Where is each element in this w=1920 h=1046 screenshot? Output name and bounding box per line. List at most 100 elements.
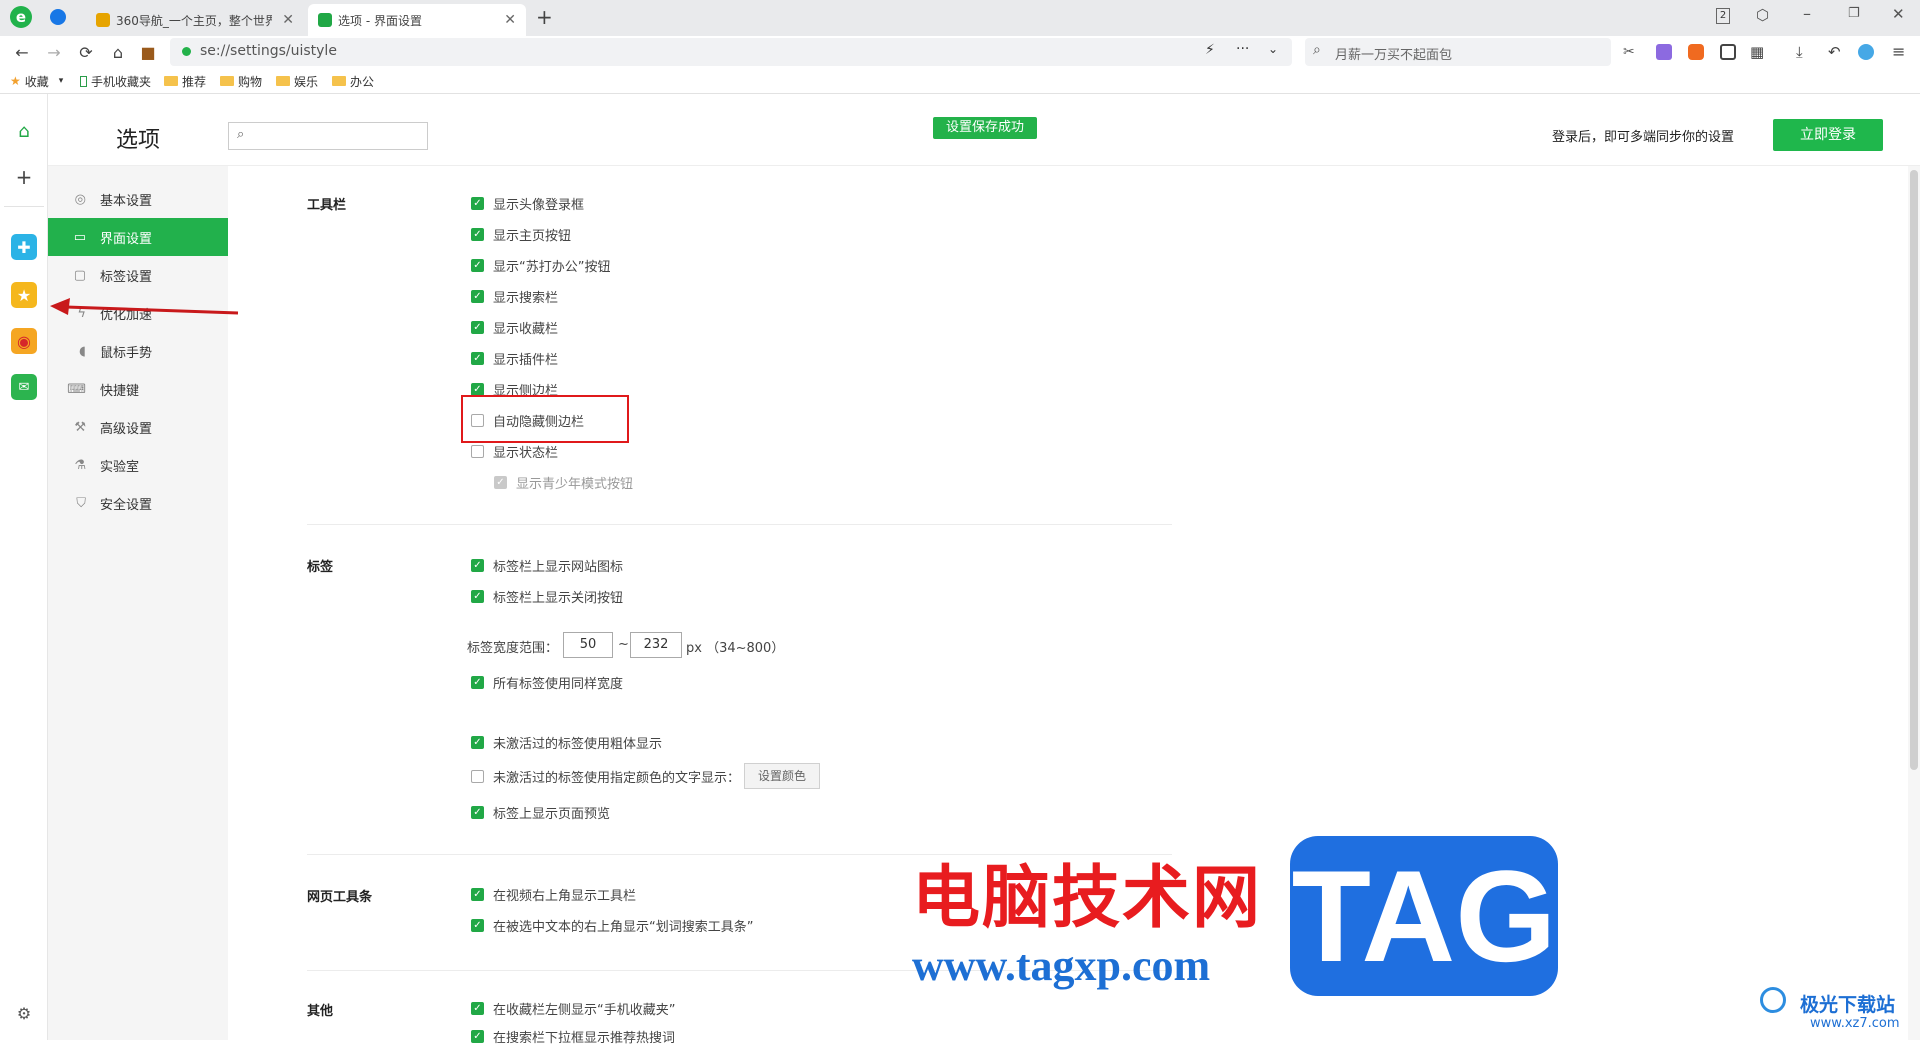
tab-width-max-input[interactable]: 232 bbox=[630, 632, 682, 658]
settings-tab-icon bbox=[318, 13, 332, 27]
bookmark-folder-office[interactable]: 办公 bbox=[332, 72, 374, 90]
search-box[interactable]: ⌕ 月薪一万买不起面包 bbox=[1305, 38, 1611, 66]
checkbox[interactable]: ✓ bbox=[471, 918, 484, 932]
nav-item-advanced[interactable]: ⚒ 高级设置 bbox=[48, 408, 228, 446]
lightning-icon[interactable]: ⚡ bbox=[1205, 42, 1215, 58]
set-color-button[interactable]: 设置颜色 bbox=[744, 763, 820, 789]
favorites-star-icon[interactable]: ★ bbox=[11, 282, 37, 308]
scrollbar[interactable] bbox=[1908, 166, 1920, 1040]
nav-item-tabs[interactable]: ▢ 标签设置 bbox=[48, 256, 228, 294]
home-icon[interactable]: ⌂ bbox=[11, 118, 37, 144]
option-hot-search[interactable]: ✓ 在搜索栏下拉框显示推荐热搜词 bbox=[471, 1026, 675, 1046]
checkbox[interactable]: ✓ bbox=[471, 675, 484, 689]
weibo-icon[interactable]: ◉ bbox=[11, 328, 37, 354]
option-show-avatar[interactable]: ✓ 显示头像登录框 bbox=[471, 193, 584, 213]
checkbox[interactable]: ✓ bbox=[471, 382, 484, 396]
forward-button[interactable]: → bbox=[40, 36, 68, 68]
chevron-down-icon[interactable]: ▾ bbox=[59, 76, 64, 86]
settings-search-input[interactable]: ⌕ bbox=[228, 122, 428, 150]
browser-logo-icon[interactable]: e bbox=[10, 6, 32, 28]
checkbox[interactable]: ✓ bbox=[471, 805, 484, 819]
checkbox[interactable]: ✓ bbox=[471, 258, 484, 272]
option-selection-toolbar[interactable]: ✓ 在被选中文本的右上角显示“划词搜索工具条” bbox=[471, 915, 753, 935]
back-button[interactable]: ← bbox=[8, 36, 36, 68]
option-mobile-favorites[interactable]: ✓ 在收藏栏左侧显示“手机收藏夹” bbox=[471, 998, 675, 1018]
bookmark-favorites[interactable]: ★ 收藏 ▾ bbox=[10, 72, 63, 90]
bookmark-folder-shopping[interactable]: 购物 bbox=[220, 72, 262, 90]
minimize-button[interactable]: – bbox=[1803, 4, 1811, 23]
checkbox[interactable]: ✓ bbox=[471, 289, 484, 303]
option-same-width[interactable]: ✓ 所有标签使用同样宽度 bbox=[471, 672, 623, 692]
folder-icon bbox=[332, 76, 346, 86]
checkbox[interactable]: ✓ bbox=[471, 735, 484, 749]
checkbox[interactable]: ✓ bbox=[471, 227, 484, 241]
checkbox[interactable] bbox=[471, 769, 484, 783]
option-tab-preview[interactable]: ✓ 标签上显示页面预览 bbox=[471, 802, 610, 822]
nav-item-security[interactable]: ⛉ 安全设置 bbox=[48, 484, 228, 522]
option-video-toolbar[interactable]: ✓ 在视频右上角显示工具栏 bbox=[471, 884, 636, 904]
scissors-icon[interactable]: ✂ bbox=[1623, 44, 1635, 60]
option-tab-favicon[interactable]: ✓ 标签栏上显示网站图标 bbox=[471, 555, 623, 575]
bookmark-folder-entertainment[interactable]: 娱乐 bbox=[276, 72, 318, 90]
tab-settings[interactable]: 选项 - 界面设置 ✕ bbox=[308, 4, 526, 36]
checkbox[interactable]: ✓ bbox=[471, 1029, 484, 1043]
mail-icon[interactable]: ✉ bbox=[11, 374, 37, 400]
more-icon[interactable]: ··· bbox=[1236, 41, 1249, 57]
checkbox[interactable]: ✓ bbox=[471, 589, 484, 603]
new-tab-button[interactable]: + bbox=[536, 5, 553, 29]
undo-icon[interactable]: ↶ bbox=[1828, 43, 1841, 61]
menu-icon[interactable]: ≡ bbox=[1892, 42, 1905, 61]
login-button[interactable]: 立即登录 bbox=[1773, 119, 1883, 151]
bookmark-folder-recommend[interactable]: 推荐 bbox=[164, 72, 206, 90]
nav-item-basic[interactable]: ◎ 基本设置 bbox=[48, 180, 228, 218]
page-title: 选项 bbox=[116, 128, 161, 153]
close-icon[interactable]: ✕ bbox=[504, 12, 516, 28]
tab-counter[interactable]: 2 bbox=[1716, 8, 1730, 24]
nav-item-ui[interactable]: ▭ 界面设置 bbox=[48, 218, 228, 256]
checkbox[interactable] bbox=[471, 444, 484, 458]
option-show-soda[interactable]: ✓ 显示“苏打办公”按钮 bbox=[471, 255, 610, 275]
tab-width-unit: px （34~800） bbox=[686, 641, 785, 656]
translate-icon[interactable]: ✚ bbox=[11, 234, 37, 260]
option-tab-close-button[interactable]: ✓ 标签栏上显示关闭按钮 bbox=[471, 586, 623, 606]
close-window-button[interactable]: ✕ bbox=[1892, 5, 1905, 23]
download-icon[interactable]: ⤓ bbox=[1796, 43, 1803, 61]
address-bar[interactable]: se://settings/uistyle ⚡ ··· ⌄ bbox=[170, 38, 1292, 66]
gear-icon[interactable]: ⚙ bbox=[11, 1000, 37, 1026]
checkbox[interactable]: ✓ bbox=[471, 320, 484, 334]
telegram-icon[interactable] bbox=[50, 9, 66, 25]
game-icon[interactable] bbox=[1688, 44, 1704, 60]
nav-item-lab[interactable]: ⚗ 实验室 bbox=[48, 446, 228, 484]
option-label: 显示插件栏 bbox=[493, 352, 559, 368]
screenshot-icon[interactable] bbox=[1720, 44, 1736, 60]
option-show-plugins[interactable]: ✓ 显示插件栏 bbox=[471, 348, 558, 368]
extension-icon[interactable] bbox=[1656, 44, 1672, 60]
nav-item-mouse[interactable]: ◖ 鼠标手势 bbox=[48, 332, 228, 370]
close-icon[interactable]: ✕ bbox=[282, 12, 294, 28]
tab-360nav[interactable]: 360导航_一个主页，整个世界 ✕ bbox=[86, 4, 304, 36]
home-button[interactable]: ⌂ bbox=[104, 36, 132, 68]
option-show-favorites[interactable]: ✓ 显示收藏栏 bbox=[471, 317, 558, 337]
refresh-button[interactable]: ⟳ bbox=[72, 36, 100, 68]
restore-button[interactable]: ❐ bbox=[1848, 6, 1860, 21]
bookmark-mobile[interactable]: 手机收藏夹 bbox=[80, 72, 151, 90]
tab-width-min-input[interactable]: 50 bbox=[563, 632, 613, 658]
option-bold-inactive[interactable]: ✓ 未激活过的标签使用粗体显示 bbox=[471, 732, 662, 752]
skin-icon[interactable]: ⬡ bbox=[1756, 6, 1769, 24]
option-show-statusbar[interactable]: 显示状态栏 bbox=[471, 441, 558, 461]
checkbox[interactable]: ✓ bbox=[471, 1001, 484, 1015]
briefcase-icon[interactable]: ■ bbox=[134, 36, 162, 68]
option-show-search[interactable]: ✓ 显示搜索栏 bbox=[471, 286, 558, 306]
edge-icon[interactable] bbox=[1858, 44, 1874, 60]
chevron-down-icon[interactable]: ⌄ bbox=[1268, 42, 1278, 56]
checkbox[interactable]: ✓ bbox=[471, 558, 484, 572]
checkbox[interactable]: ✓ bbox=[471, 351, 484, 365]
option-color-inactive[interactable]: 未激活过的标签使用指定颜色的文字显示： bbox=[471, 766, 740, 786]
apps-grid-icon[interactable]: ▦ bbox=[1750, 43, 1764, 61]
nav-item-shortcuts[interactable]: ⌨ 快捷键 bbox=[48, 370, 228, 408]
option-show-home[interactable]: ✓ 显示主页按钮 bbox=[471, 224, 571, 244]
checkbox[interactable]: ✓ bbox=[471, 196, 484, 210]
add-icon[interactable]: + bbox=[11, 164, 37, 190]
checkbox[interactable]: ✓ bbox=[471, 887, 484, 901]
scrollbar-thumb[interactable] bbox=[1910, 170, 1918, 770]
